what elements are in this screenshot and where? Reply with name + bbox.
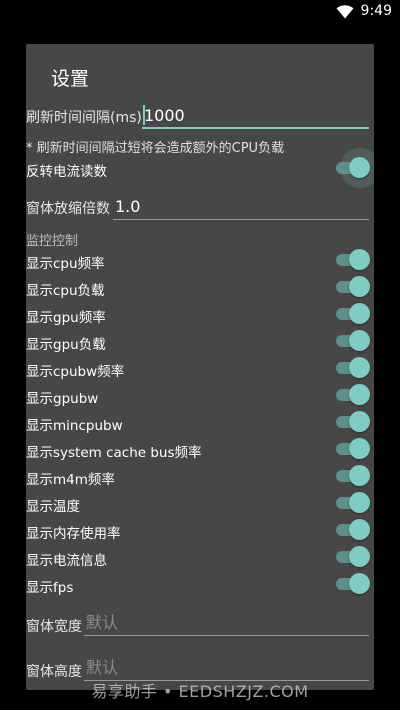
- reverse-current-row[interactable]: 反转电流读数: [26, 148, 374, 188]
- switch-thumb: [349, 249, 370, 270]
- switch-thumb: [349, 411, 370, 432]
- monitor-switch[interactable]: [336, 492, 370, 514]
- dialog-title: 设置: [51, 68, 90, 90]
- monitor-switch[interactable]: [336, 330, 370, 352]
- settings-dialog: 设置 刷新时间间隔(ms) * 刷新时间间隔过短将会造成额外的CPU负载 反转电…: [26, 44, 374, 690]
- monitor-switch[interactable]: [336, 546, 370, 568]
- switch-thumb: [349, 157, 370, 178]
- monitor-switch-label: 显示cpu频率: [26, 256, 105, 272]
- monitor-switch-label: 显示gpubw: [26, 391, 99, 407]
- monitor-section-label: 监控控制: [26, 234, 79, 249]
- refresh-hint: * 刷新时间间隔过短将会造成额外的CPU负载: [26, 141, 285, 156]
- monitor-switch-label: 显示cpu负载: [26, 283, 105, 299]
- switch-thumb: [349, 546, 370, 567]
- monitor-switch[interactable]: [336, 249, 370, 271]
- scale-label: 窗体放缩倍数: [26, 201, 110, 217]
- monitor-switch[interactable]: [336, 276, 370, 298]
- monitor-switch-label: 显示温度: [26, 499, 80, 515]
- switch-thumb: [349, 276, 370, 297]
- monitor-switch-row[interactable]: 显示gpubw: [26, 383, 374, 409]
- monitor-switch-row[interactable]: 显示电流信息: [26, 545, 374, 571]
- monitor-switch-label: 显示电流信息: [26, 553, 107, 569]
- wifi-icon: [336, 5, 354, 19]
- monitor-switch-row[interactable]: 显示cpu频率: [26, 248, 374, 274]
- monitor-switch[interactable]: [336, 573, 370, 595]
- monitor-switch-label: 显示mincpubw: [26, 418, 123, 434]
- window-width-input[interactable]: [84, 610, 369, 636]
- switch-thumb: [349, 330, 370, 351]
- monitor-switch[interactable]: [336, 411, 370, 433]
- monitor-switch-label: 显示cpubw频率: [26, 364, 125, 380]
- switch-thumb: [349, 465, 370, 486]
- text-caret: [143, 105, 145, 125]
- switch-thumb: [349, 573, 370, 594]
- monitor-switch-row[interactable]: 显示温度: [26, 491, 374, 517]
- monitor-switch-row[interactable]: 显示cpubw频率: [26, 356, 374, 382]
- monitor-switch-row[interactable]: 显示cpu负载: [26, 275, 374, 301]
- scale-input[interactable]: [113, 194, 369, 220]
- switch-thumb: [349, 438, 370, 459]
- monitor-switch-row[interactable]: 显示内存使用率: [26, 518, 374, 544]
- monitor-switch[interactable]: [336, 303, 370, 325]
- scale-row: 窗体放缩倍数: [26, 192, 370, 222]
- switch-thumb: [349, 384, 370, 405]
- monitor-switch-row[interactable]: 显示fps: [26, 572, 374, 598]
- monitor-switch[interactable]: [336, 384, 370, 406]
- refresh-interval-input[interactable]: [142, 103, 369, 129]
- switch-thumb: [349, 492, 370, 513]
- monitor-switch-row[interactable]: 显示mincpubw: [26, 410, 374, 436]
- monitor-switch[interactable]: [336, 519, 370, 541]
- monitor-switch-row[interactable]: 显示system cache bus频率: [26, 437, 374, 463]
- window-width-row: 窗体宽度: [26, 608, 370, 638]
- refresh-interval-row: 刷新时间间隔(ms): [26, 101, 370, 131]
- monitor-switch[interactable]: [336, 465, 370, 487]
- refresh-interval-label: 刷新时间间隔(ms): [26, 110, 142, 126]
- status-bar: 9:49: [0, 0, 400, 24]
- reverse-current-label: 反转电流读数: [26, 164, 107, 180]
- monitor-switch[interactable]: [336, 357, 370, 379]
- monitor-switch-label: 显示fps: [26, 580, 74, 596]
- monitor-switch-label: 显示内存使用率: [26, 526, 121, 542]
- reverse-current-switch[interactable]: [336, 148, 374, 188]
- monitor-switch-label: 显示system cache bus频率: [26, 445, 202, 461]
- switch-thumb: [349, 519, 370, 540]
- monitor-switch-label: 显示m4m频率: [26, 472, 115, 488]
- monitor-switch-row[interactable]: 显示gpu频率: [26, 302, 374, 328]
- switch-thumb: [349, 303, 370, 324]
- monitor-switch-row[interactable]: 显示m4m频率: [26, 464, 374, 490]
- monitor-switch-row[interactable]: 显示gpu负载: [26, 329, 374, 355]
- watermark: 易享助手 • EEDSHZJZ.COM: [91, 682, 309, 701]
- switch-thumb: [349, 357, 370, 378]
- monitor-switch[interactable]: [336, 438, 370, 460]
- monitor-switch-label: 显示gpu负载: [26, 337, 106, 353]
- monitor-switch-label: 显示gpu频率: [26, 310, 106, 326]
- window-width-label: 窗体宽度: [26, 619, 82, 635]
- status-time: 9:49: [360, 3, 392, 19]
